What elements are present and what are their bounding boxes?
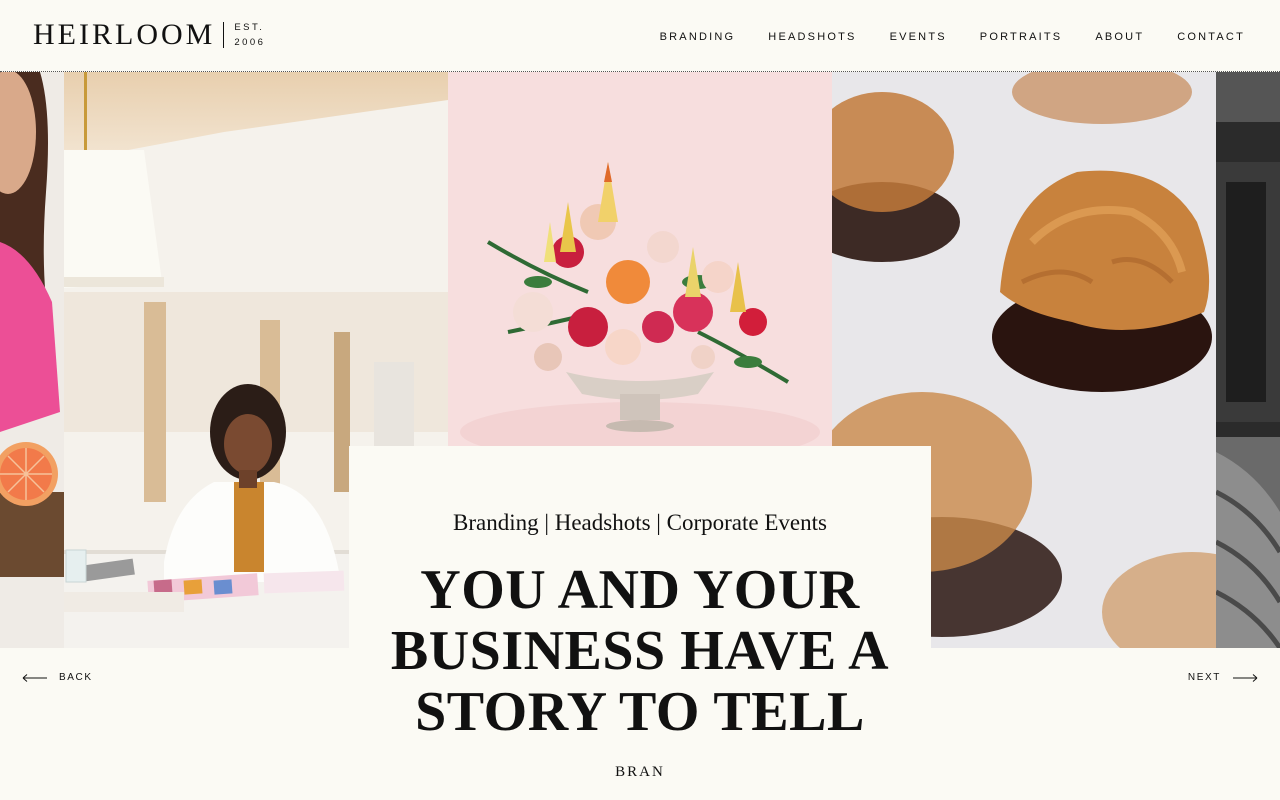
next-label: NEXT [1187,672,1221,683]
nav-item-events[interactable]: EVENTS [890,31,947,43]
nav-item-portraits[interactable]: PORTRAITS [980,31,1063,43]
hero-card: Branding | Headshots | Corporate Events … [349,446,931,800]
services-tagline: Branding | Headshots | Corporate Events [453,510,827,535]
gallery-image-barrels [1216,72,1280,648]
nav-item-about[interactable]: ABOUT [1095,31,1144,43]
back-label: BACK [59,672,93,683]
headline-line-1: YOU AND YOUR [420,559,860,621]
gallery-image-woman-grapefruit [0,72,64,648]
section-label: BRAN [615,764,665,780]
wine-barrels-bw-photo [1216,72,1280,648]
woman-pink-shirt-grapefruit-photo [0,72,64,648]
main-nav: BRANDING HEADSHOTS EVENTS PORTRAITS ABOU… [627,31,1245,43]
established-year: 2006 [234,37,266,48]
headline-line-2: BUSINESS HAVE A [390,620,890,682]
logo-divider [223,22,225,48]
flower-arrangement-vase-photo [448,72,832,446]
gallery-image-flowers [448,72,832,446]
hero-headline: YOU AND YOUR BUSINESS HAVE A STORY TO TE… [349,560,931,743]
established-label: EST. 2006 [234,20,265,50]
headline-line-3: STORY TO TELL [415,681,865,743]
carousel-back-button[interactable]: BACK [22,672,93,683]
brand-name: HEIRLOOM [33,18,216,51]
nav-item-branding[interactable]: BRANDING [660,31,736,43]
nav-item-contact[interactable]: CONTACT [1177,31,1245,43]
established-text: EST. [234,22,265,33]
arrow-right-icon [1233,673,1258,682]
nav-item-headshots[interactable]: HEADSHOTS [768,31,856,43]
carousel-next-button[interactable]: NEXT [1188,672,1258,683]
site-header: HEIRLOOM EST. 2006 BRANDING HEADSHOTS EV… [0,0,1280,72]
brand-logo[interactable]: HEIRLOOM EST. 2006 [33,19,265,51]
arrow-left-icon [22,673,47,682]
